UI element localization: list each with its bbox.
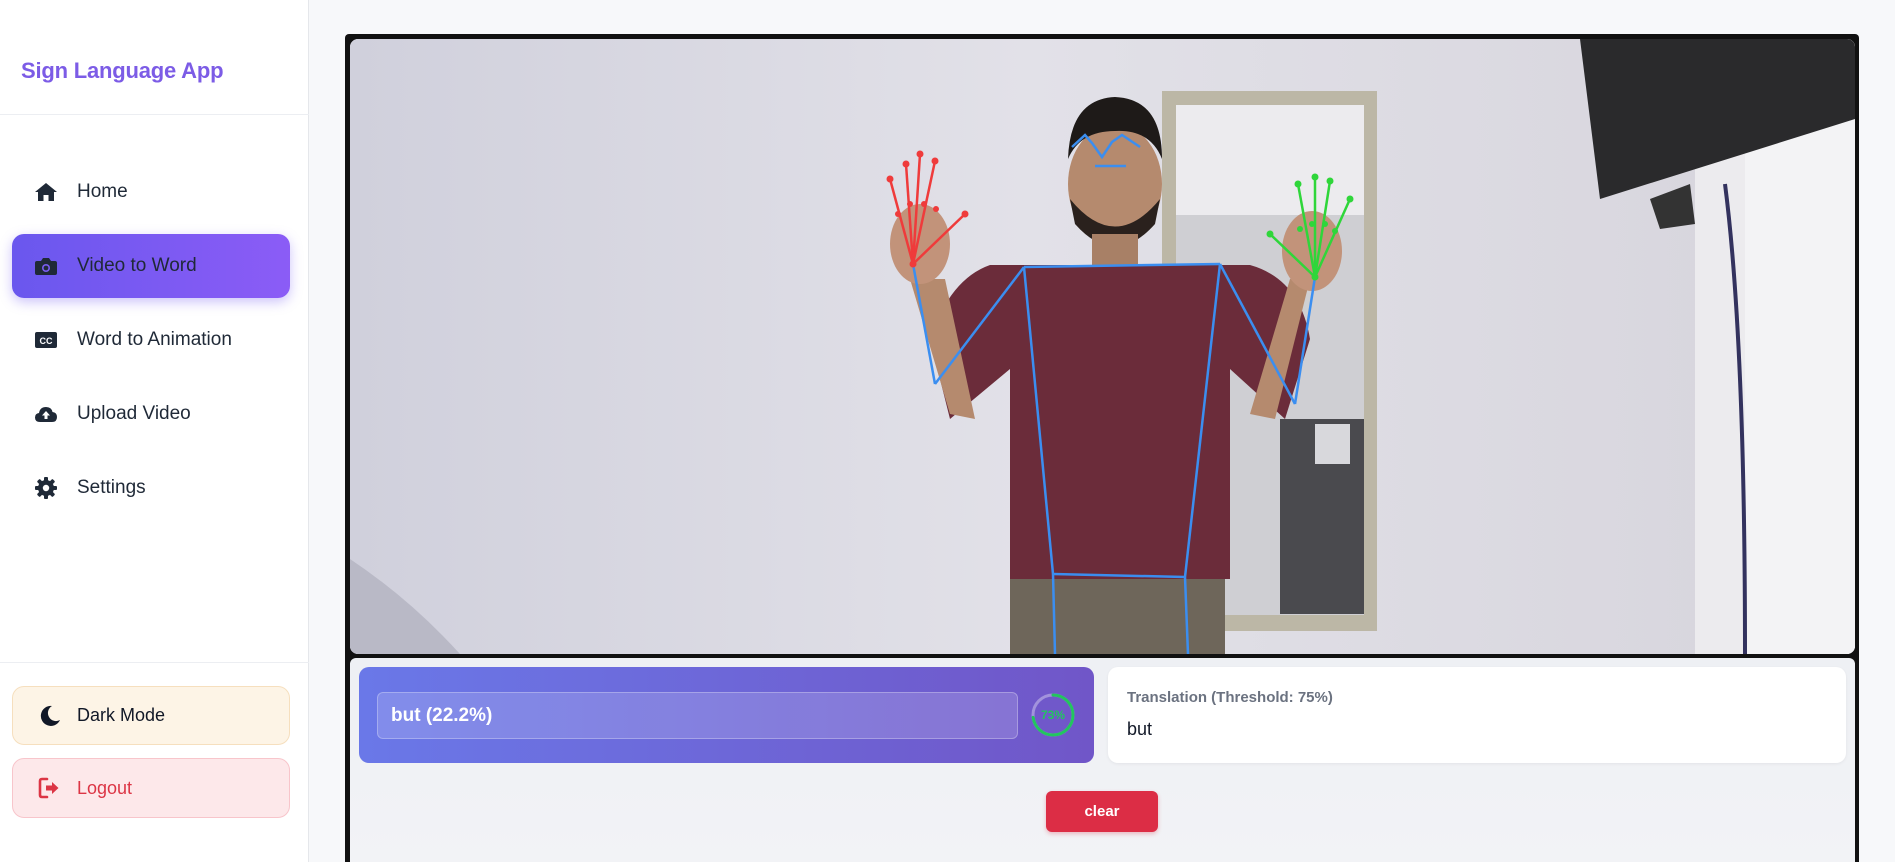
sidebar-item-home[interactable]: Home	[12, 160, 290, 224]
sidebar-item-video-to-word[interactable]: Video to Word	[12, 234, 290, 298]
translation-value: but	[1127, 719, 1153, 739]
sidebar-item-word-to-animation[interactable]: CC Word to Animation	[12, 308, 290, 372]
moon-icon	[37, 703, 63, 729]
closed-captions-icon: CC	[34, 328, 58, 352]
logout-button[interactable]: Logout	[12, 758, 290, 818]
translation-label: Translation (Threshold: 75%)	[1127, 689, 1333, 706]
divider	[0, 662, 309, 663]
sidebar-item-label: Upload Video	[77, 403, 191, 424]
confidence-gauge-label: 73%	[1040, 708, 1066, 722]
webcam-scene	[350, 39, 1855, 654]
sidebar-item-label: Video to Word	[77, 255, 197, 276]
sidebar: Sign Language App Home Video to Word CC …	[0, 0, 309, 862]
sidebar-item-label: Settings	[77, 477, 146, 498]
translation-card	[1108, 667, 1846, 763]
divider	[0, 114, 309, 115]
logout-label: Logout	[77, 777, 133, 798]
sidebar-item-upload-video[interactable]: Upload Video	[12, 382, 290, 446]
prediction-text: but (22.2%)	[391, 704, 493, 726]
dark-mode-label: Dark Mode	[77, 705, 166, 725]
app-title: Sign Language App	[21, 58, 224, 83]
webcam-feed	[350, 39, 1855, 654]
sidebar-item-settings[interactable]: Settings	[12, 456, 290, 520]
dark-mode-toggle[interactable]: Dark Mode	[12, 686, 290, 745]
logout-icon	[37, 775, 63, 801]
sidebar-nav: Home Video to Word CC Word to Animation …	[12, 160, 290, 530]
camera-icon	[34, 254, 58, 278]
svg-text:CC: CC	[40, 336, 53, 346]
sidebar-item-label: Word to Animation	[77, 329, 232, 350]
cloud-upload-icon	[34, 402, 58, 426]
home-icon	[34, 180, 58, 204]
gear-icon	[34, 476, 58, 500]
sidebar-item-label: Home	[77, 181, 128, 202]
clear-button[interactable]: clear	[1046, 791, 1158, 832]
prediction-field: but (22.2%)	[377, 692, 1018, 739]
